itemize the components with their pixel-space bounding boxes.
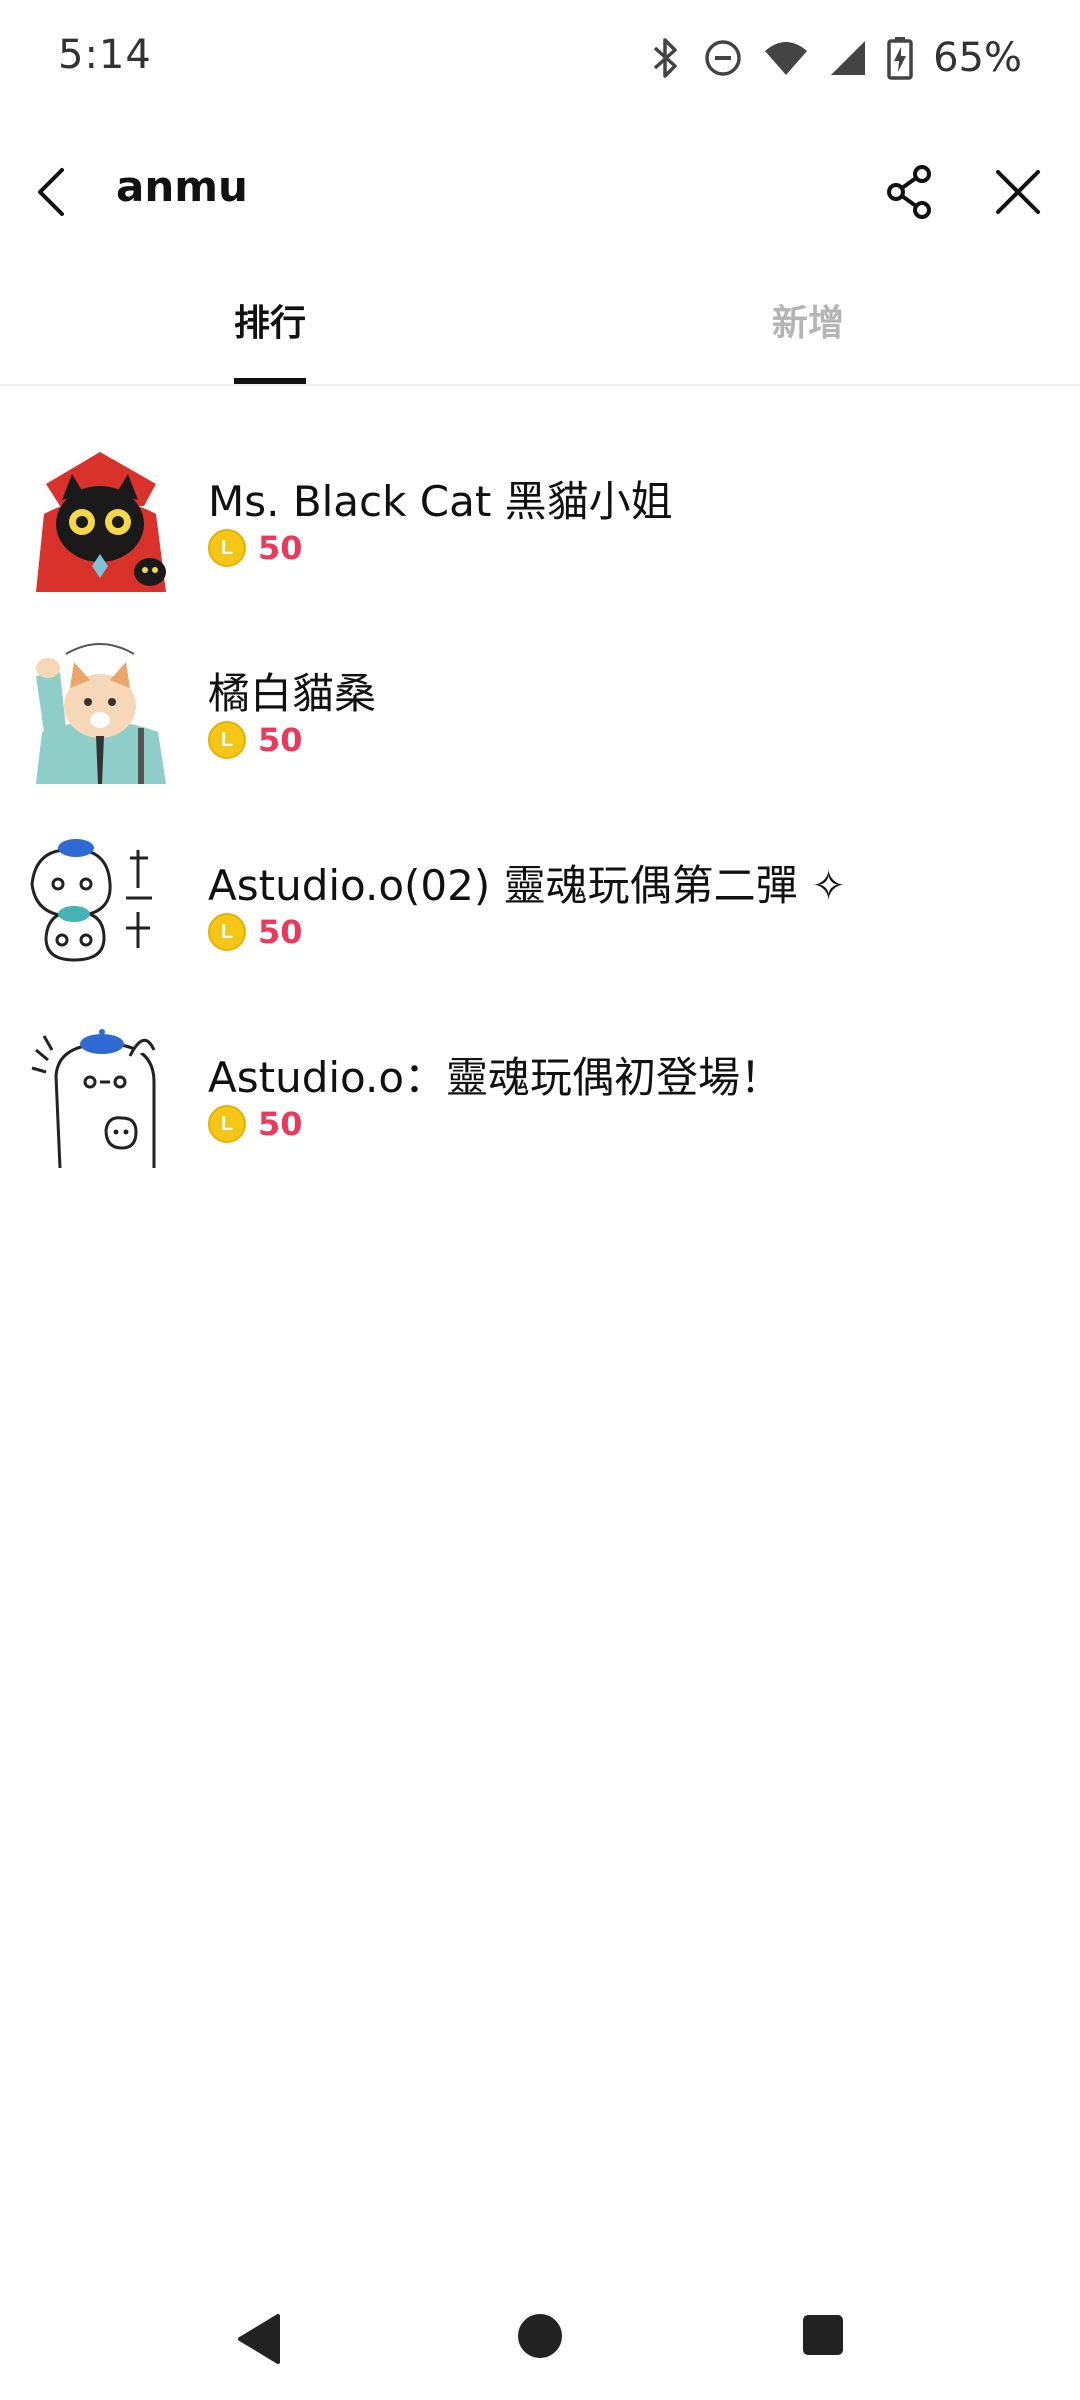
sticker-title: Astudio.o(02) 靈魂玩偶第二彈 ✧ <box>208 861 847 910</box>
price-value: 50 <box>258 529 303 567</box>
do-not-disturb-icon <box>703 38 743 78</box>
active-tab-indicator <box>234 378 306 384</box>
coin-icon: L <box>208 1105 246 1143</box>
chevron-left-icon <box>38 168 64 216</box>
price: L 50 <box>208 720 303 760</box>
sticker-thumbnail <box>26 1020 174 1168</box>
status-time: 5:14 <box>58 32 152 78</box>
sticker-thumbnail <box>26 444 174 592</box>
orange-white-cat-suit-image <box>36 643 166 784</box>
share-button[interactable] <box>878 160 942 224</box>
header: anmu <box>0 118 1080 268</box>
tab-bar: 排行 新增 <box>0 268 1080 386</box>
price: L 50 <box>208 1104 303 1144</box>
tab-new[interactable]: 新增 <box>772 294 844 346</box>
price: L 50 <box>208 912 303 952</box>
nav-back-icon <box>238 2314 280 2364</box>
battery-percent: 65% <box>933 35 1022 81</box>
nav-back-button[interactable] <box>234 2312 284 2370</box>
cell-signal-icon <box>829 39 867 77</box>
list-item[interactable]: Astudio.o：靈魂玩偶初登場！ L 50 <box>0 996 1080 1188</box>
nav-recents-button[interactable] <box>800 2312 846 2362</box>
black-cat-red-hood-image <box>36 452 166 592</box>
list-item[interactable]: Astudio.o(02) 靈魂玩偶第二彈 ✧ L 50 <box>0 804 1080 996</box>
battery-charging-icon <box>887 36 913 80</box>
nav-recents-icon <box>803 2315 843 2355</box>
price: L 50 <box>208 528 303 568</box>
price-value: 50 <box>258 1105 303 1143</box>
close-button[interactable] <box>986 160 1050 224</box>
price-value: 50 <box>258 721 303 759</box>
nav-home-icon <box>518 2314 562 2358</box>
sticker-title: 橘白貓桑 <box>208 669 377 718</box>
soul-doll-beret-image <box>31 1029 156 1168</box>
coin-icon: L <box>208 913 246 951</box>
sticker-thumbnail <box>26 828 174 976</box>
coin-icon: L <box>208 721 246 759</box>
close-icon <box>996 170 1040 214</box>
back-button[interactable] <box>26 164 82 220</box>
wifi-icon <box>763 39 809 77</box>
nav-home-button[interactable] <box>516 2312 564 2364</box>
list-item[interactable]: Ms. Black Cat 黑貓小姐 L 50 <box>0 420 1080 612</box>
sticker-title: Astudio.o：靈魂玩偶初登場！ <box>208 1053 783 1102</box>
tab-ranking[interactable]: 排行 <box>234 294 306 346</box>
sticker-thumbnail <box>26 636 174 784</box>
sticker-title: Ms. Black Cat 黑貓小姐 <box>208 477 673 526</box>
coin-icon: L <box>208 529 246 567</box>
sticker-list: Ms. Black Cat 黑貓小姐 L 50 橘白貓桑 L 50 Astudi… <box>0 420 1080 1188</box>
bluetooth-icon <box>649 36 683 80</box>
price-value: 50 <box>258 913 303 951</box>
status-bar: 5:14 65% <box>0 0 1080 118</box>
status-icons: 65% <box>649 30 1022 86</box>
system-nav-bar <box>0 2290 1080 2400</box>
soul-doll-ghosts-image <box>30 839 152 962</box>
page-title: anmu <box>116 162 248 211</box>
list-item[interactable]: 橘白貓桑 L 50 <box>0 612 1080 804</box>
share-icon <box>887 165 931 219</box>
